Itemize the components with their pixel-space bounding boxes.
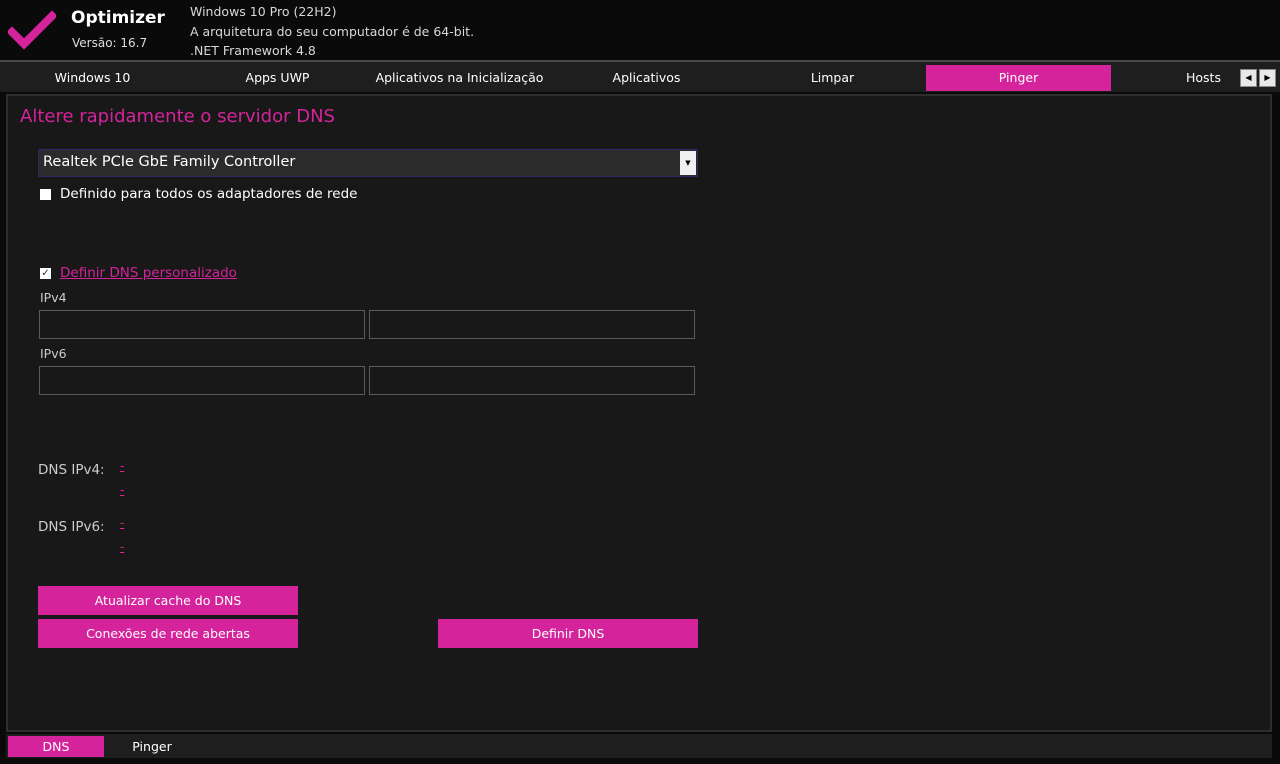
os-info: Windows 10 Pro (22H2) [190, 4, 337, 19]
system-info: Windows 10 Pro (22H2) A arquitetura do s… [190, 2, 474, 61]
tab-pinger[interactable]: Pinger [926, 65, 1111, 91]
ipv4-label: IPv4 [40, 290, 67, 305]
arrow-right-icon[interactable]: ▶ [1259, 69, 1276, 87]
custom-dns-checkbox-row[interactable]: ✓ Definir DNS personalizado [40, 265, 237, 281]
ipv6-secondary-input[interactable] [369, 366, 695, 395]
tab-apps-uwp[interactable]: Apps UWP [185, 65, 370, 91]
tab-pinger-sub[interactable]: Pinger [104, 736, 200, 757]
tab-windows-10[interactable]: Windows 10 [0, 65, 185, 91]
app-header: Optimizer Versão: 16.7 Windows 10 Pro (2… [0, 0, 1280, 60]
dns-ipv6-label: DNS IPv6: [38, 519, 105, 535]
caret-down-icon[interactable]: ▼ [680, 151, 696, 175]
custom-dns-checkbox[interactable]: ✓ [40, 267, 51, 279]
ipv6-primary-input[interactable] [39, 366, 365, 395]
flush-dns-button[interactable]: Atualizar cache do DNS [38, 586, 298, 615]
set-dns-button[interactable]: Definir DNS [438, 619, 698, 648]
all-adapters-label: Definido para todos os adaptadores de re… [60, 186, 358, 202]
tab-startup-apps[interactable]: Aplicativos na Inicialização [367, 65, 552, 91]
all-adapters-checkbox[interactable] [40, 188, 51, 200]
dns-ipv4-value-2[interactable]: - [120, 483, 124, 497]
page-title: Altere rapidamente o servidor DNS [20, 106, 335, 127]
dns-ipv4-value-1[interactable]: - [120, 459, 124, 473]
custom-dns-label[interactable]: Definir DNS personalizado [60, 265, 237, 281]
ipv4-primary-input[interactable] [39, 310, 365, 339]
app-version: Versão: 16.7 [72, 36, 148, 50]
open-connections-button[interactable]: Conexões de rede abertas [38, 619, 298, 648]
dns-ipv6-value-2[interactable]: - [120, 540, 124, 554]
tab-scroll-arrows: ◀ ▶ [1240, 69, 1278, 87]
tab-clean[interactable]: Limpar [740, 65, 925, 91]
dns-ipv6-value-1[interactable]: - [120, 516, 124, 530]
checkmark-icon [8, 10, 56, 50]
framework-info: .NET Framework 4.8 [190, 43, 316, 58]
tab-apps[interactable]: Aplicativos [554, 65, 739, 91]
tab-dns[interactable]: DNS [8, 736, 104, 757]
adapter-select-value: Realtek PCIe GbE Family Controller [43, 154, 296, 170]
ipv4-secondary-input[interactable] [369, 310, 695, 339]
arch-info: A arquitetura do seu computador é de 64-… [190, 23, 475, 39]
adapter-select[interactable]: Realtek PCIe GbE Family Controller ▼ [38, 149, 698, 177]
main-tab-bar: Windows 10 Apps UWP Aplicativos na Inici… [0, 60, 1280, 92]
app-name: Optimizer [71, 8, 165, 28]
dns-ipv4-label: DNS IPv4: [38, 462, 105, 478]
bottom-tab-bar: DNS Pinger [6, 734, 1272, 758]
ipv6-label: IPv6 [40, 346, 67, 361]
all-adapters-checkbox-row[interactable]: Definido para todos os adaptadores de re… [40, 186, 357, 202]
arrow-left-icon[interactable]: ◀ [1240, 69, 1257, 87]
